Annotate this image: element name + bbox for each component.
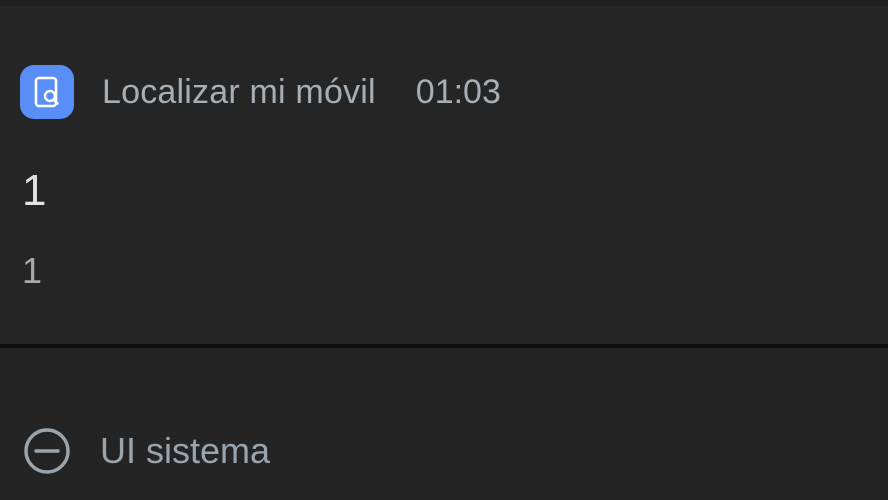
find-my-mobile-icon-glyph: [34, 76, 59, 108]
notification-shade: Localizar mi móvil 01:03 1 1 UI sistema: [0, 0, 888, 500]
system-ui-label: UI sistema: [100, 430, 271, 471]
find-my-mobile-icon: [20, 65, 74, 119]
notification-header: Localizar mi móvil 01:03: [20, 64, 501, 120]
app-name: Localizar mi móvil: [102, 72, 376, 111]
notification-title: 1: [22, 166, 47, 215]
notification-time: 01:03: [415, 72, 501, 111]
system-ui-row[interactable]: UI sistema: [22, 424, 270, 478]
section-divider: [0, 344, 888, 348]
minus-circle-icon: [24, 428, 70, 474]
notification-body: 1: [22, 250, 43, 291]
notification-card[interactable]: Localizar mi móvil 01:03 1 1: [0, 6, 888, 344]
